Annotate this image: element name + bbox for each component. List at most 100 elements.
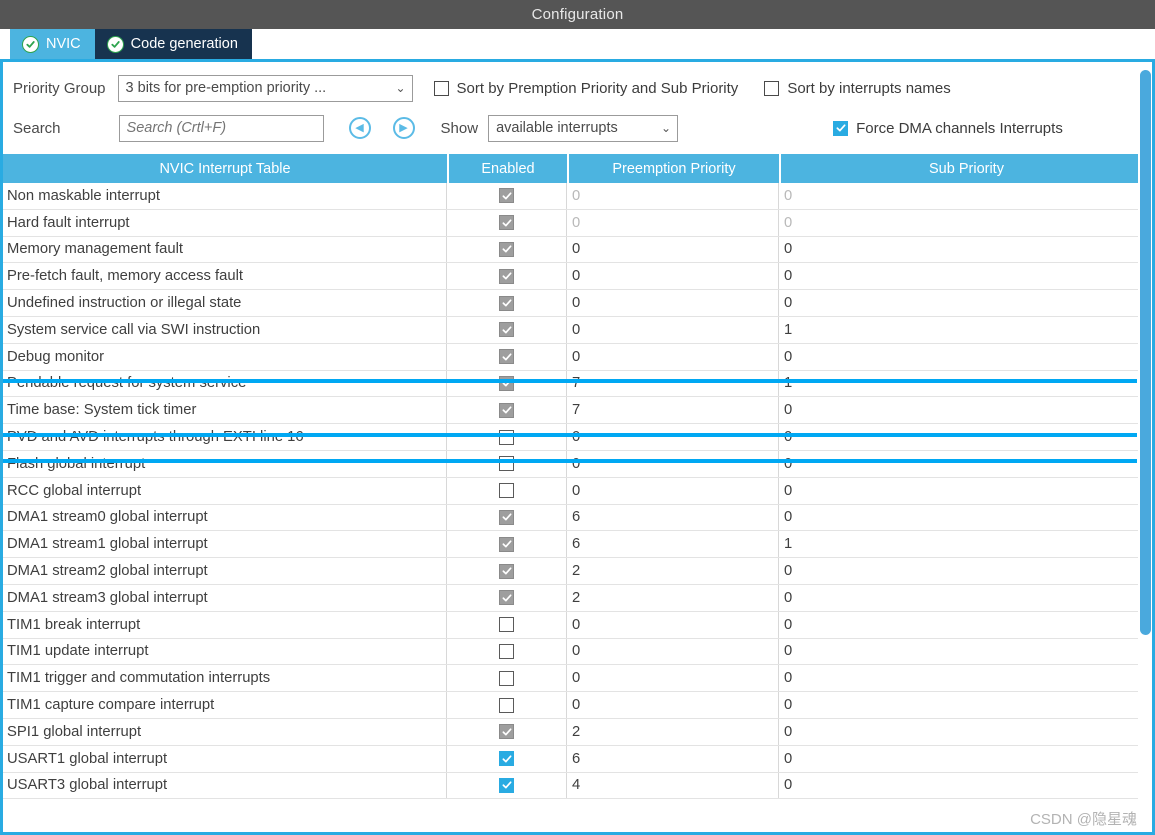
table-row[interactable]: USART1 global interrupt 6 0 [3,745,1152,773]
table-row[interactable]: TIM1 trigger and commutation interrupts 0… [3,665,1152,693]
sub-priority-cell[interactable]: 0 [779,210,1152,236]
table-row[interactable]: System service call via SWI instruction 0… [3,316,1152,344]
checkbox-checked-icon[interactable] [499,509,514,525]
preemption-priority-cell[interactable]: 0 [567,290,779,316]
enabled-cell[interactable] [447,370,567,397]
checkbox-unchecked-icon[interactable] [499,617,514,633]
enabled-cell[interactable] [447,236,567,263]
enabled-cell[interactable] [447,450,567,477]
enabled-cell[interactable] [447,638,567,665]
table-row[interactable]: TIM1 capture compare interrupt 0 0 [3,692,1152,719]
preemption-priority-cell[interactable]: 7 [567,370,779,397]
enabled-cell[interactable] [447,424,567,450]
sub-priority-cell[interactable]: 0 [779,183,1152,209]
enabled-cell[interactable] [447,772,567,799]
show-select[interactable]: available interrupts ⌄ [488,114,679,142]
table-row[interactable]: Undefined instruction or illegal state 0 0 [3,290,1152,317]
sub-priority-cell[interactable]: 1 [779,531,1152,557]
sub-priority-cell[interactable]: 0 [779,773,1152,799]
checkbox-unchecked-icon[interactable] [499,483,514,499]
table-row[interactable]: Flash global interrupt 0 0 [3,450,1152,478]
checkbox-checked-icon[interactable] [499,215,514,231]
checkbox-checked-icon[interactable] [499,751,514,767]
checkbox-checked-icon[interactable] [499,349,514,365]
preemption-priority-cell[interactable]: 2 [567,584,779,611]
preemption-priority-cell[interactable]: 6 [567,531,779,558]
enabled-cell[interactable] [447,611,567,638]
enabled-cell[interactable] [447,209,567,236]
column-header-sub-priority[interactable]: Sub Priority [781,154,1152,183]
checkbox-checked-icon[interactable] [499,724,514,740]
sub-priority-cell[interactable]: 0 [779,719,1152,745]
preemption-priority-cell[interactable]: 7 [567,397,779,424]
vertical-scrollbar[interactable] [1138,62,1152,832]
checkbox-checked-icon[interactable] [499,590,514,606]
preemption-priority-cell[interactable]: 6 [567,745,779,772]
sub-priority-cell[interactable]: 1 [779,317,1152,343]
checkbox-checked-icon[interactable] [499,295,514,311]
enabled-cell[interactable] [447,558,567,584]
chevron-right-circle-icon[interactable]: ▶ [392,117,415,139]
preemption-priority-cell[interactable]: 0 [567,209,779,236]
preemption-priority-cell[interactable]: 0 [567,316,779,343]
tab-nvic[interactable]: NVIC [10,29,95,59]
table-row[interactable]: USART3 global interrupt 4 0 [3,772,1152,800]
sub-priority-cell[interactable]: 0 [779,263,1152,289]
force-dma-checkbox[interactable]: Force DMA channels Interrupts [833,120,1063,137]
sub-priority-cell[interactable]: 0 [779,451,1152,477]
enabled-cell[interactable] [447,531,567,558]
enabled-cell[interactable] [447,343,567,370]
sub-priority-cell[interactable]: 0 [779,424,1152,450]
preemption-priority-cell[interactable]: 2 [567,718,779,745]
sub-priority-cell[interactable]: 0 [779,746,1152,772]
table-row[interactable]: TIM1 break interrupt 0 0 [3,611,1152,639]
enabled-cell[interactable] [447,290,567,316]
preemption-priority-cell[interactable]: 2 [567,558,779,584]
checkbox-checked-icon[interactable] [499,536,514,552]
table-row[interactable]: SPI1 global interrupt 2 0 [3,718,1152,746]
preemption-priority-cell[interactable]: 0 [567,692,779,718]
preemption-priority-cell[interactable]: 0 [567,183,779,209]
sub-priority-cell[interactable]: 0 [779,478,1152,504]
checkbox-unchecked-icon[interactable] [499,670,514,686]
tab-code-generation[interactable]: Code generation [94,29,252,59]
table-row[interactable]: Pendable request for system service 7 1 [3,370,1152,398]
enabled-cell[interactable] [447,477,567,504]
sub-priority-cell[interactable]: 0 [779,585,1152,611]
preemption-priority-cell[interactable]: 0 [567,450,779,477]
sub-priority-cell[interactable]: 0 [779,665,1152,691]
checkbox-unchecked-icon[interactable] [499,456,514,472]
scrollbar-thumb[interactable] [1140,70,1151,635]
sub-priority-cell[interactable]: 0 [779,558,1152,584]
preemption-priority-cell[interactable]: 4 [567,772,779,799]
table-row[interactable]: Pre-fetch fault, memory access fault 0 0 [3,263,1152,291]
chevron-left-circle-icon[interactable]: ◀ [348,117,371,139]
sub-priority-cell[interactable]: 0 [779,290,1152,316]
table-row[interactable]: DMA1 stream1 global interrupt 6 1 [3,531,1152,559]
enabled-cell[interactable] [447,316,567,343]
checkbox-checked-icon[interactable] [499,777,514,793]
enabled-cell[interactable] [447,183,567,209]
enabled-cell[interactable] [447,504,567,531]
sub-priority-cell[interactable]: 0 [779,692,1152,718]
checkbox-checked-icon[interactable] [499,322,514,338]
preemption-priority-cell[interactable]: 0 [567,477,779,504]
sort-by-preemption-checkbox[interactable]: Sort by Premption Priority and Sub Prior… [433,80,738,97]
search-input[interactable] [118,114,324,142]
sort-by-names-checkbox[interactable]: Sort by interrupts names [764,80,951,97]
table-row[interactable]: DMA1 stream3 global interrupt 2 0 [3,584,1152,612]
checkbox-checked-icon[interactable] [499,268,514,284]
table-row[interactable]: TIM1 update interrupt 0 0 [3,638,1152,666]
table-row[interactable]: RCC global interrupt 0 0 [3,477,1152,505]
enabled-cell[interactable] [447,263,567,290]
checkbox-unchecked-icon[interactable] [499,643,514,659]
preemption-priority-cell[interactable]: 0 [567,236,779,263]
checkbox-checked-icon[interactable] [499,402,514,418]
checkbox-checked-icon[interactable] [499,563,514,579]
checkbox-unchecked-icon[interactable] [499,697,514,713]
sub-priority-cell[interactable]: 0 [779,397,1152,423]
checkbox-checked-icon[interactable] [499,375,514,391]
preemption-priority-cell[interactable]: 0 [567,611,779,638]
preemption-priority-cell[interactable]: 0 [567,665,779,692]
preemption-priority-cell[interactable]: 0 [567,424,779,450]
